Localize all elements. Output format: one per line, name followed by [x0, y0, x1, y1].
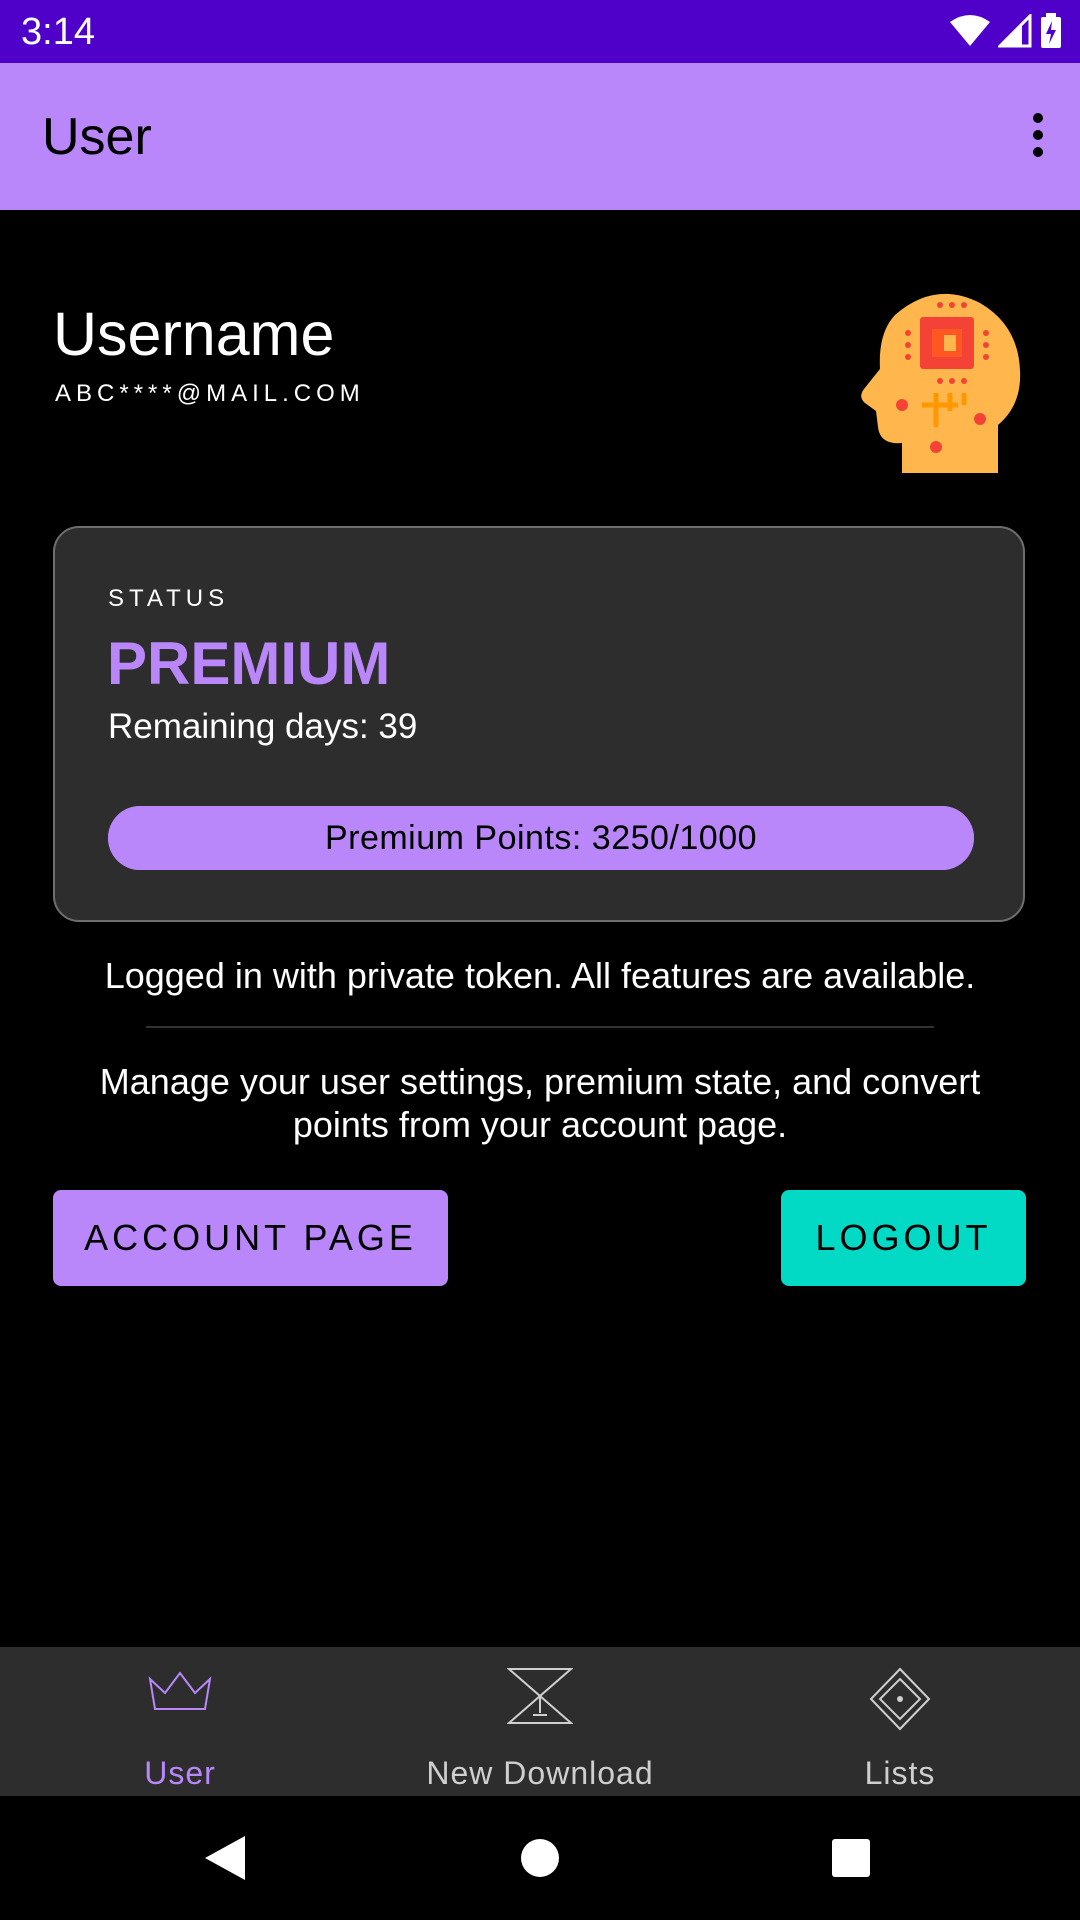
nav-item-lists[interactable]: Lists [720, 1647, 1080, 1796]
wifi-icon [950, 15, 990, 46]
hourglass-icon [507, 1668, 573, 1724]
status-value: PREMIUM [107, 630, 391, 697]
premium-points-bar: Premium Points: 3250/1000 [108, 806, 974, 870]
account-page-button[interactable]: ACCOUNT PAGE [53, 1190, 448, 1286]
signal-icon [998, 14, 1032, 48]
system-nav-bar [0, 1796, 1080, 1920]
username: Username [53, 300, 335, 368]
status-label: STATUS [108, 585, 230, 612]
back-icon[interactable] [193, 1826, 257, 1890]
remaining-days: Remaining days: 39 [108, 707, 418, 746]
logout-button[interactable]: LOGOUT [781, 1190, 1026, 1286]
diamond-icon [869, 1667, 931, 1731]
app-bar: User [0, 63, 1080, 210]
nav-label-lists: Lists [864, 1755, 936, 1791]
divider [146, 1026, 934, 1028]
bottom-nav: User New Download Lists [0, 1647, 1080, 1796]
status-icons [950, 12, 1062, 50]
user-email: ABC****@MAIL.COM [55, 380, 365, 407]
recents-icon[interactable] [819, 1826, 883, 1890]
crown-icon [148, 1671, 212, 1710]
nav-item-user[interactable]: User [0, 1647, 360, 1796]
status-time: 3:14 [21, 11, 95, 53]
more-vert-icon[interactable] [1006, 103, 1070, 167]
home-icon[interactable] [508, 1826, 572, 1890]
status-card: STATUS PREMIUM Remaining days: 39 Premiu… [53, 526, 1025, 922]
nav-label-user: User [144, 1755, 216, 1791]
manage-message: Manage your user settings, premium state… [99, 1061, 981, 1145]
nav-item-new-download[interactable]: New Download [360, 1647, 720, 1796]
status-bar: 3:14 [0, 0, 1080, 63]
page-title: User [42, 108, 152, 166]
premium-points-text: Premium Points: 3250/1000 [324, 818, 758, 857]
ai-head-icon [840, 285, 1030, 475]
token-message: Logged in with private token. All featur… [104, 955, 976, 996]
nav-label-new-download: New Download [426, 1755, 654, 1791]
battery-icon [1041, 13, 1061, 48]
